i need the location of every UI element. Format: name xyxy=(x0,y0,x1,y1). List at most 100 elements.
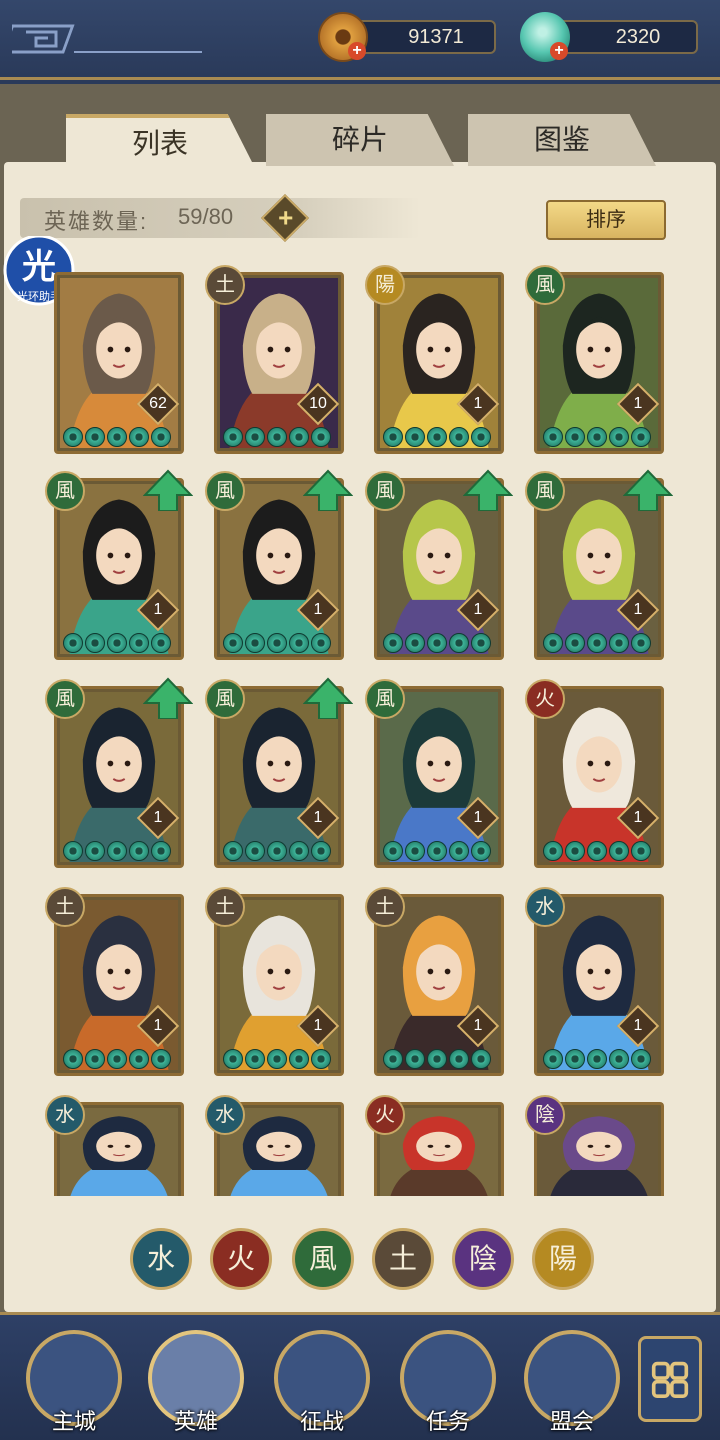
element-filter-yin[interactable]: 陰 xyxy=(452,1228,514,1290)
jade-star-icon xyxy=(383,633,403,653)
hero-card[interactable]: 風1 xyxy=(205,677,353,868)
element-badge: 風 xyxy=(525,471,565,511)
star-rating xyxy=(383,427,491,447)
jade-star-icon xyxy=(311,427,331,447)
jade-star-icon xyxy=(565,841,585,861)
jade-star-icon xyxy=(245,841,265,861)
jade-star-icon xyxy=(631,1049,651,1069)
hero-count-value: 59/80 xyxy=(178,204,234,229)
element-filter-yang[interactable]: 陽 xyxy=(532,1228,594,1290)
jade-star-icon xyxy=(267,1049,287,1069)
star-rating xyxy=(543,841,651,861)
hero-card[interactable]: 風1 xyxy=(525,265,664,454)
level-value: 1 xyxy=(633,809,643,826)
level-value: 10 xyxy=(309,395,327,412)
jade-star-icon xyxy=(565,633,585,653)
jade-star-icon xyxy=(587,841,607,861)
element-badge: 風 xyxy=(365,471,405,511)
hero-card[interactable]: 水 xyxy=(45,1095,184,1202)
hero-card[interactable]: 風1 xyxy=(205,469,353,660)
level-value: 62 xyxy=(149,395,167,412)
element-badge: 風 xyxy=(45,679,85,719)
star-rating xyxy=(223,1049,331,1069)
nav-label: 任务 xyxy=(425,1409,470,1434)
add-jade-button[interactable]: + xyxy=(550,42,568,60)
star-rating xyxy=(63,1049,171,1069)
jade-star-icon xyxy=(223,1049,243,1069)
element-badge: 火 xyxy=(365,1095,405,1135)
hero-card[interactable]: 火 xyxy=(365,1095,504,1202)
star-rating xyxy=(383,841,491,861)
element-filter-fire[interactable]: 火 xyxy=(210,1228,272,1290)
jade-star-icon xyxy=(383,427,403,447)
jade-star-icon xyxy=(471,1049,491,1069)
element-filter-earth[interactable]: 土 xyxy=(372,1228,434,1290)
hero-card[interactable]: 土 10 xyxy=(205,265,344,454)
jade-star-icon xyxy=(245,1049,265,1069)
hero-card[interactable]: 風1 xyxy=(365,679,504,868)
hero-card[interactable]: 水 xyxy=(205,1095,344,1202)
element-filter-water[interactable]: 水 xyxy=(130,1228,192,1290)
star-rating xyxy=(223,427,331,447)
jade-star-icon xyxy=(63,427,83,447)
jade-star-icon xyxy=(267,633,287,653)
hero-card[interactable]: 陰 xyxy=(525,1095,664,1202)
hero-card[interactable]: 火1 xyxy=(525,679,664,868)
nav-war-drum[interactable]: 征战 xyxy=(274,1330,370,1434)
level-value: 1 xyxy=(313,601,323,618)
hero-card[interactable]: 風1 xyxy=(365,469,513,660)
jade-star-icon xyxy=(449,1049,469,1069)
jade-star-icon xyxy=(311,841,331,861)
jade-star-icon xyxy=(311,1049,331,1069)
level-value: 1 xyxy=(153,1017,163,1034)
hero-card[interactable]: 風1 xyxy=(45,677,193,868)
jade-star-icon xyxy=(631,633,651,653)
nav-guild-pavilion[interactable]: 盟会 xyxy=(524,1330,620,1434)
hero-card[interactable]: 62 xyxy=(54,272,184,454)
menu-ornament-icon[interactable] xyxy=(12,22,202,56)
element-badge: 水 xyxy=(525,887,565,927)
star-rating xyxy=(63,427,171,447)
jade-star-icon xyxy=(289,841,309,861)
copper-value: 91371 xyxy=(346,20,496,54)
tab-codex[interactable]: 图鉴 xyxy=(468,114,656,166)
upgrade-arrow-icon xyxy=(143,677,193,719)
nav-hero-portrait[interactable]: 英雄 xyxy=(148,1330,244,1434)
element-badge: 風 xyxy=(205,679,245,719)
jade-star-icon xyxy=(85,633,105,653)
tab-fragments[interactable]: 碎片 xyxy=(266,114,454,166)
star-rating xyxy=(543,427,651,447)
hero-card[interactable]: 陽1 xyxy=(365,265,504,454)
expand-capacity-button[interactable]: + xyxy=(260,193,310,243)
hero-card[interactable]: 土1 xyxy=(205,887,344,1076)
element-badge: 風 xyxy=(525,265,565,305)
tab-list[interactable]: 列表 xyxy=(66,114,254,166)
jade-star-icon xyxy=(129,427,149,447)
upgrade-arrow-icon xyxy=(303,677,353,719)
hero-card[interactable]: 水1 xyxy=(525,887,664,1076)
hero-card[interactable]: 風1 xyxy=(45,469,193,660)
jade-star-icon xyxy=(427,633,447,653)
hero-card[interactable]: 風1 xyxy=(525,469,673,660)
hero-card[interactable]: 土1 xyxy=(365,887,504,1076)
add-copper-button[interactable]: + xyxy=(348,42,366,60)
nav-city-gate[interactable]: 主城 xyxy=(26,1330,122,1434)
jade-star-icon xyxy=(449,633,469,653)
more-menu-button[interactable] xyxy=(638,1336,702,1422)
jade-star-icon xyxy=(471,633,491,653)
sort-button[interactable]: 排序 xyxy=(546,200,666,240)
element-badge: 土 xyxy=(205,265,245,305)
hero-card[interactable]: 土1 xyxy=(45,887,184,1076)
star-rating xyxy=(543,1049,651,1069)
jade-star-icon xyxy=(245,633,265,653)
jade-star-icon xyxy=(223,633,243,653)
element-filter-wood[interactable]: 風 xyxy=(292,1228,354,1290)
star-rating xyxy=(223,633,331,653)
jade-star-icon xyxy=(543,633,563,653)
star-rating xyxy=(63,633,171,653)
jade-star-icon xyxy=(151,633,171,653)
nav-scroll-quest[interactable]: 任务 xyxy=(400,1330,496,1434)
jade-star-icon xyxy=(427,841,447,861)
element-badge: 陰 xyxy=(525,1095,565,1135)
svg-text:光: 光 xyxy=(22,247,56,287)
